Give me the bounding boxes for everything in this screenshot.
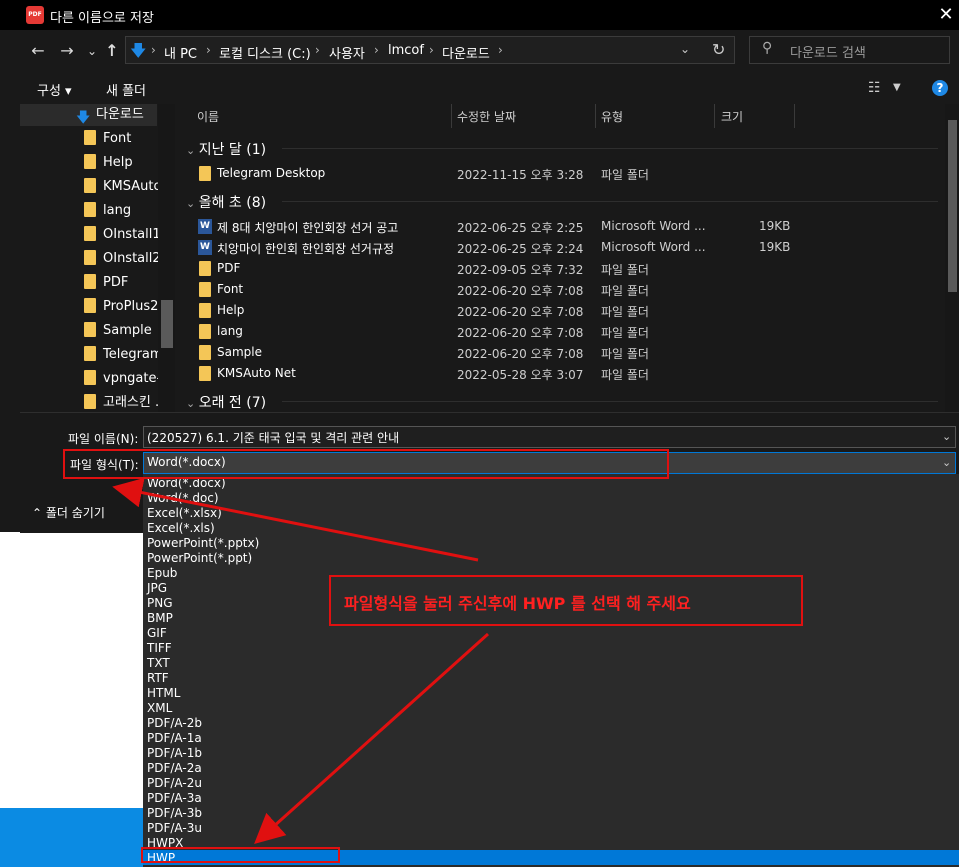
arrow-to-filetype: [112, 477, 479, 562]
annotation-arrows: [112, 477, 490, 845]
arrow-to-hwp: [254, 632, 490, 845]
